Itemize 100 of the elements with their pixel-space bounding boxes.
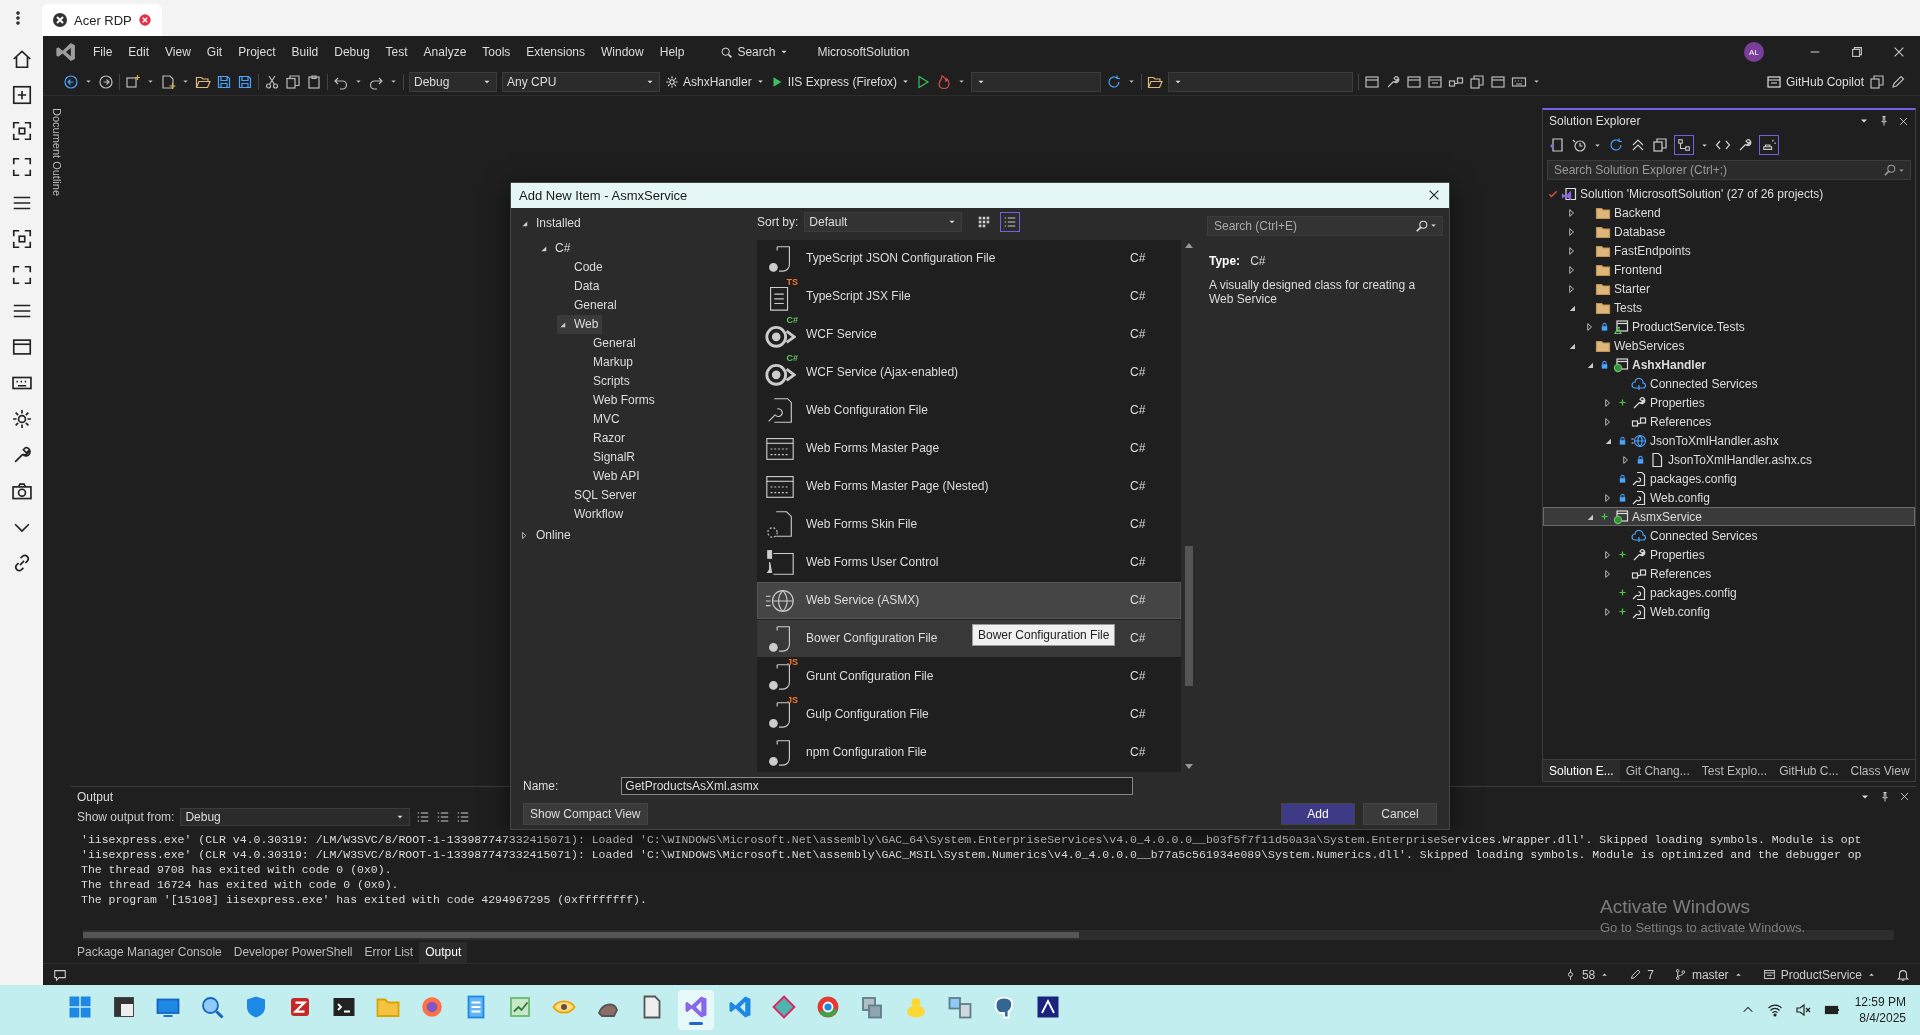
refresh-icon[interactable]: [1608, 137, 1624, 153]
category-item[interactable]: SQL Server: [557, 485, 641, 505]
tree-item[interactable]: AshxHandler: [1543, 355, 1915, 374]
category-item[interactable]: Markup: [576, 352, 637, 372]
tree-item[interactable]: packages.config: [1543, 583, 1915, 602]
scrollbar-thumb[interactable]: [1185, 545, 1193, 686]
pending-commits-button[interactable]: 58: [1563, 967, 1610, 982]
menu-item[interactable]: Edit: [120, 41, 158, 63]
output-source-dropdown[interactable]: Debug: [180, 808, 411, 826]
fullscreen-icon[interactable]: [10, 156, 33, 178]
panel-tab[interactable]: Error List: [358, 942, 420, 963]
tree-item[interactable]: JsonToXmlHandler.ashx.cs: [1543, 450, 1915, 469]
menu-item[interactable]: Test: [377, 41, 416, 63]
category-item[interactable]: Workflow: [557, 504, 628, 524]
panel-tab[interactable]: Output: [419, 942, 468, 963]
copy-icon[interactable]: [285, 73, 301, 90]
restore-icon[interactable]: [1850, 45, 1864, 59]
run-button[interactable]: IIS Express (Firefox): [769, 74, 911, 89]
tree-item[interactable]: Web.config: [1543, 602, 1915, 621]
window-icon[interactable]: [1406, 73, 1423, 90]
search-box[interactable]: Search Solution Explorer (Ctrl+;): [1547, 160, 1911, 180]
menu-item[interactable]: Help: [651, 41, 693, 63]
save-all-icon[interactable]: [237, 73, 253, 90]
focus-frame-icon[interactable]: [10, 120, 33, 142]
platform-dropdown[interactable]: Any CPU: [502, 71, 660, 92]
category-item[interactable]: General: [557, 295, 621, 315]
wifi-icon[interactable]: [1766, 1002, 1783, 1018]
tree-item[interactable]: packages.config: [1543, 469, 1915, 488]
tree-item[interactable]: JsonToXmlHandler.ashx: [1543, 431, 1915, 450]
category-item[interactable]: Web: [557, 314, 603, 334]
toggle-button[interactable]: [1759, 135, 1779, 155]
menu-item[interactable]: Git: [198, 41, 231, 63]
cut-icon[interactable]: [264, 73, 280, 90]
tree-item[interactable]: Database: [1543, 222, 1915, 241]
window-icon[interactable]: [1490, 73, 1507, 90]
pin-icon[interactable]: [1878, 115, 1890, 127]
avatar[interactable]: AL: [1744, 42, 1764, 62]
back-icon[interactable]: [63, 73, 79, 90]
align-icon[interactable]: [436, 810, 451, 824]
scroll-up-icon[interactable]: [1185, 241, 1193, 248]
category-item[interactable]: Code: [557, 257, 607, 277]
dropdown-field[interactable]: [1168, 71, 1354, 92]
pages-icon[interactable]: [1469, 73, 1486, 90]
category-item[interactable]: Razor: [576, 428, 629, 448]
connection-tab[interactable]: Acer RDP: [42, 4, 162, 36]
template-item[interactable]: C# WCF Service (Ajax-enabled) C#: [757, 353, 1181, 391]
home-icon[interactable]: [10, 48, 33, 70]
category-item[interactable]: Online: [519, 525, 575, 545]
cancel-button[interactable]: Cancel: [1363, 803, 1437, 826]
tree-item[interactable]: Properties: [1543, 545, 1915, 564]
close-icon[interactable]: [1898, 115, 1909, 127]
add-button[interactable]: Add: [1281, 803, 1355, 826]
repository-button[interactable]: ProductService: [1762, 967, 1876, 982]
menu-item[interactable]: Build: [283, 41, 327, 63]
close-icon[interactable]: [1899, 791, 1910, 802]
tree-item[interactable]: AsmxService: [1543, 507, 1915, 526]
menu-item[interactable]: File: [85, 41, 121, 63]
template-item[interactable]: Web Service (ASMX) C#: [757, 581, 1181, 619]
solution-icon[interactable]: [1549, 137, 1565, 153]
wrench-icon[interactable]: [1385, 73, 1402, 90]
wrench-icon[interactable]: [1737, 137, 1753, 153]
panel-tab[interactable]: Git Chang...: [1619, 760, 1696, 781]
tree-item[interactable]: References: [1543, 412, 1915, 431]
compact-view-button[interactable]: Show Compact View: [523, 803, 648, 826]
menu-item[interactable]: Analyze: [415, 41, 475, 63]
configuration-dropdown[interactable]: Debug: [409, 71, 497, 92]
window-icon[interactable]: [10, 336, 33, 358]
template-item[interactable]: TS TypeScript JSX File C#: [757, 277, 1181, 315]
scroll-down-icon[interactable]: [1185, 763, 1193, 770]
template-item[interactable]: Web Forms Master Page (Nested) C#: [757, 467, 1181, 505]
pages-icon[interactable]: [1652, 137, 1668, 153]
sort-dropdown[interactable]: Default: [804, 211, 963, 232]
pin-icon[interactable]: [1879, 790, 1891, 803]
menu-item[interactable]: Debug: [326, 41, 378, 63]
template-item[interactable]: Web Forms Skin File C#: [757, 505, 1181, 543]
history-icon[interactable]: [1571, 137, 1587, 153]
copilot-button[interactable]: GitHub Copilot: [1765, 73, 1864, 90]
category-item[interactable]: Scripts: [576, 371, 634, 391]
menu-item[interactable]: View: [157, 41, 199, 63]
panel-tab[interactable]: Class View: [1844, 760, 1916, 781]
forward-icon[interactable]: [98, 73, 114, 90]
name-field[interactable]: GetProductsAsXml.asmx: [621, 776, 1134, 795]
refresh-icon[interactable]: [1106, 73, 1123, 90]
panel-tab[interactable]: Solution E...: [1543, 760, 1620, 781]
search-box[interactable]: Search (Ctrl+E): [1207, 215, 1443, 236]
template-item[interactable]: npm Configuration File C#: [757, 733, 1181, 771]
fullscreen-icon[interactable]: [10, 264, 33, 286]
search-field[interactable]: Search (Ctrl+E): [1212, 217, 1415, 234]
category-item[interactable]: Installed: [519, 213, 585, 233]
toggle-button[interactable]: [1674, 135, 1694, 155]
add-item-icon[interactable]: [160, 73, 176, 90]
menu-item[interactable]: Project: [230, 41, 284, 63]
panel-tab[interactable]: Package Manager Console: [71, 942, 228, 963]
tree-item[interactable]: Starter: [1543, 279, 1915, 298]
changes-button[interactable]: 7: [1629, 967, 1654, 982]
category-item[interactable]: C#: [538, 238, 575, 258]
tree-item[interactable]: Web.config: [1543, 488, 1915, 507]
visual-studio-logo-icon[interactable]: [55, 41, 77, 63]
search-field[interactable]: Search Solution Explorer (Ctrl+;): [1552, 161, 1883, 179]
menu-item[interactable]: Window: [593, 41, 652, 63]
